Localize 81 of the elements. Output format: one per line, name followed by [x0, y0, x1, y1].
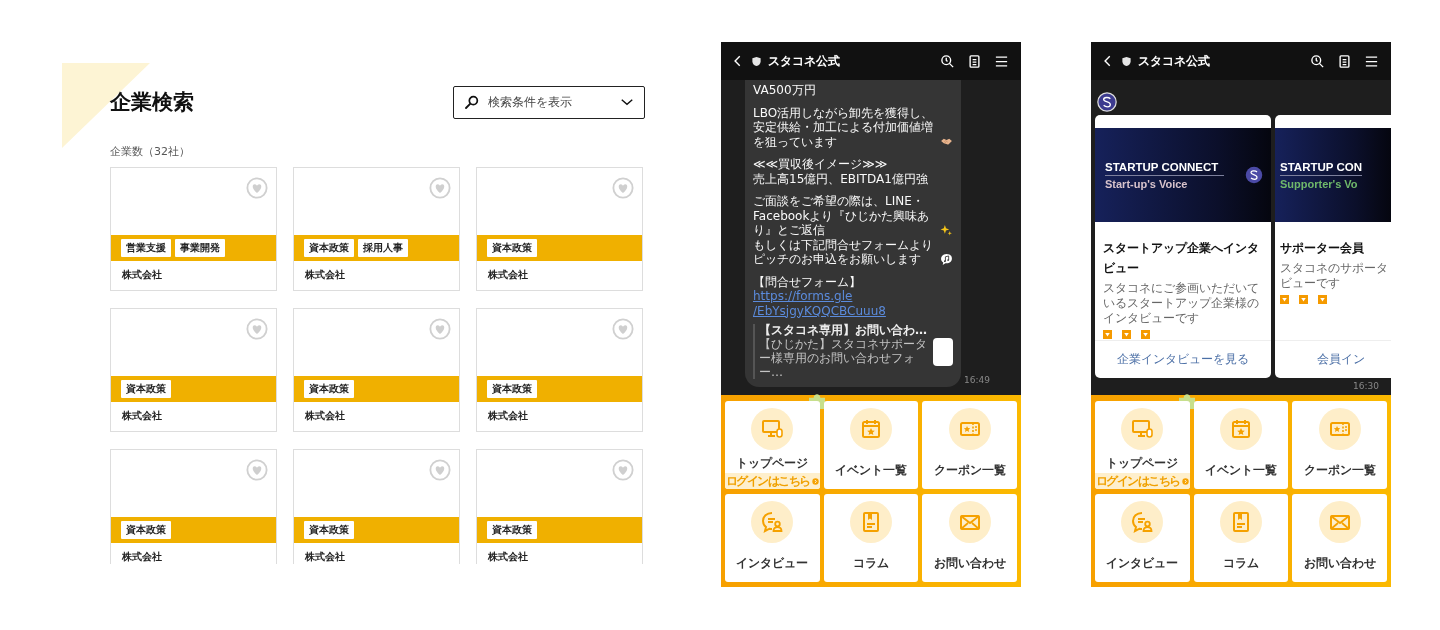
company-card[interactable]: 資本政策 株式会社: [293, 449, 460, 564]
banner-subtitle: Supporter's Vo: [1280, 177, 1359, 190]
chat-title: スタコネ公式: [768, 52, 840, 70]
card-description: ビューです: [1280, 276, 1341, 291]
menu-tile[interactable]: イベント一覧: [823, 401, 919, 489]
message-text: ≪≪買収後イメージ≫≫: [753, 157, 888, 172]
tag: 事業開発: [175, 239, 225, 257]
tag: 資本政策: [487, 239, 537, 257]
message-text: LBO活用しながら卸先を獲得し、安定供給・加工による付加価値増を狙っています: [753, 105, 935, 149]
company-name: 株式会社: [488, 268, 528, 282]
message-text: VA500万円: [753, 83, 816, 98]
card-description: スタコネにご参画いただいているスタートアップ企業様のインタビューです: [1103, 281, 1260, 326]
menu-tile[interactable]: クーポン一覧: [1292, 401, 1387, 489]
message-time: 16:49: [964, 375, 990, 385]
search-toggle[interactable]: 検索条件を表示: [453, 85, 645, 119]
menu-label: コラム: [853, 555, 889, 572]
company-name: 株式会社: [305, 550, 345, 564]
card-link[interactable]: 企業インタビューを見る: [1117, 351, 1249, 368]
card-link[interactable]: 会員イン: [1317, 351, 1365, 368]
company-name: 株式会社: [122, 409, 162, 423]
menu-tile[interactable]: インタビュー: [725, 494, 820, 582]
chat-title: スタコネ公式: [1138, 52, 1210, 70]
menu-label: トップページ: [736, 455, 809, 472]
tag: 資本政策: [304, 380, 354, 398]
menu-tile[interactable]: お問い合わせ: [922, 494, 1017, 582]
message-text: 【問合せフォーム】: [753, 274, 861, 289]
tag: 資本政策: [304, 239, 354, 257]
menu-label: インタビュー: [736, 555, 809, 572]
preview-title: 【スタコネ専用】お問い合わ…: [759, 324, 928, 336]
company-name: 株式会社: [488, 550, 528, 564]
company-card[interactable]: 資本政策 株式会社: [293, 308, 460, 432]
company-name: 株式会社: [488, 409, 528, 423]
banner-title: STARTUP CONNECT: [1105, 160, 1225, 176]
page-title: 企業検索: [110, 89, 194, 116]
banner-subtitle: Start-up's Voice: [1105, 177, 1189, 190]
menu-tile[interactable]: コラム: [1193, 494, 1289, 582]
menu-tile[interactable]: クーポン一覧: [922, 401, 1017, 489]
message-text: 売上高15億円、EBITDA1億円強: [753, 171, 928, 186]
menu-label: トップページ: [1106, 455, 1179, 472]
menu-label: クーポン一覧: [933, 462, 1006, 479]
company-card[interactable]: 資本政策 株式会社: [476, 167, 643, 291]
company-card[interactable]: 資本政策 株式会社: [110, 308, 277, 432]
message-text: ご面談をご希望の際は、LINE・Facebookより『ひじかた興味あり』とご返信: [753, 194, 931, 238]
message-text: もしくは下記問合せフォームよりピッチのお申込をお願いします: [753, 237, 934, 267]
tag: 資本政策: [121, 380, 171, 398]
menu-tile[interactable]: お問い合わせ: [1292, 494, 1387, 582]
company-name: 株式会社: [305, 409, 345, 423]
preview-description: 【ひじかた】スタコネサポーター様専用のお問い合わせフォー…: [759, 337, 928, 379]
company-card[interactable]: 営業支援 事業開発 株式会社: [110, 167, 277, 291]
menu-label: お問い合わせ: [1303, 555, 1376, 572]
menu-label: コラム: [1223, 555, 1259, 572]
menu-label: お問い合わせ: [933, 555, 1006, 572]
tag: 営業支援: [121, 239, 171, 257]
menu-label: イベント一覧: [835, 462, 907, 479]
card-title: サポーター会員: [1280, 240, 1365, 257]
message-time: 16:30: [1353, 381, 1379, 391]
company-card[interactable]: 資本政策 採用人事 株式会社: [293, 167, 460, 291]
tag: 採用人事: [358, 239, 408, 257]
card-title: スタートアップ企業へインタビュー: [1103, 240, 1260, 277]
link[interactable]: https://forms.gle: [753, 289, 853, 304]
menu-tile[interactable]: イベント一覧: [1193, 401, 1289, 489]
company-name: 株式会社: [122, 550, 162, 564]
menu-label: クーポン一覧: [1303, 462, 1376, 479]
company-card[interactable]: 資本政策 株式会社: [476, 308, 643, 432]
tag: 資本政策: [121, 521, 171, 539]
company-name: 株式会社: [305, 268, 345, 282]
menu-label: インタビュー: [1106, 555, 1179, 572]
link[interactable]: /EbYsjgyKQQCBCuuu8: [753, 303, 886, 318]
tag: 資本政策: [487, 521, 537, 539]
company-card[interactable]: 資本政策 株式会社: [476, 449, 643, 564]
company-count: 企業数（32社）: [110, 144, 191, 159]
company-name: 株式会社: [122, 268, 162, 282]
card-description: スタコネのサポータ: [1280, 261, 1389, 276]
menu-tile[interactable]: インタビュー: [1095, 494, 1190, 582]
banner-title: STARTUP CON: [1280, 160, 1362, 176]
link-preview[interactable]: 【スタコネ専用】お問い合わ… 【ひじかた】スタコネサポーター様専用のお問い合わせフォー…: [753, 324, 953, 379]
tag: 資本政策: [304, 521, 354, 539]
tag: 資本政策: [487, 380, 537, 398]
menu-tile[interactable]: コラム: [823, 494, 919, 582]
company-card[interactable]: 資本政策 株式会社: [110, 449, 277, 564]
menu-label: イベント一覧: [1205, 462, 1277, 479]
